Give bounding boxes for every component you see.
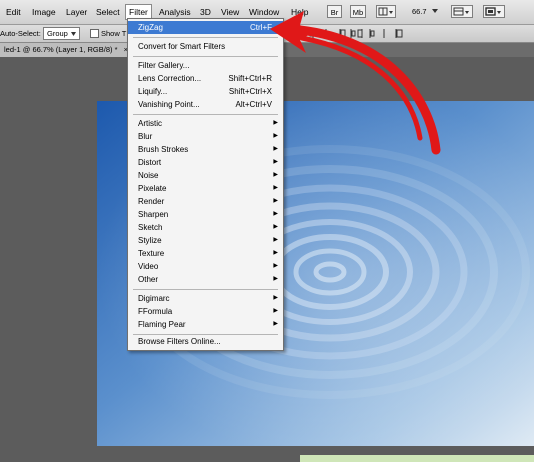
annotation-arrow (270, 11, 441, 155)
